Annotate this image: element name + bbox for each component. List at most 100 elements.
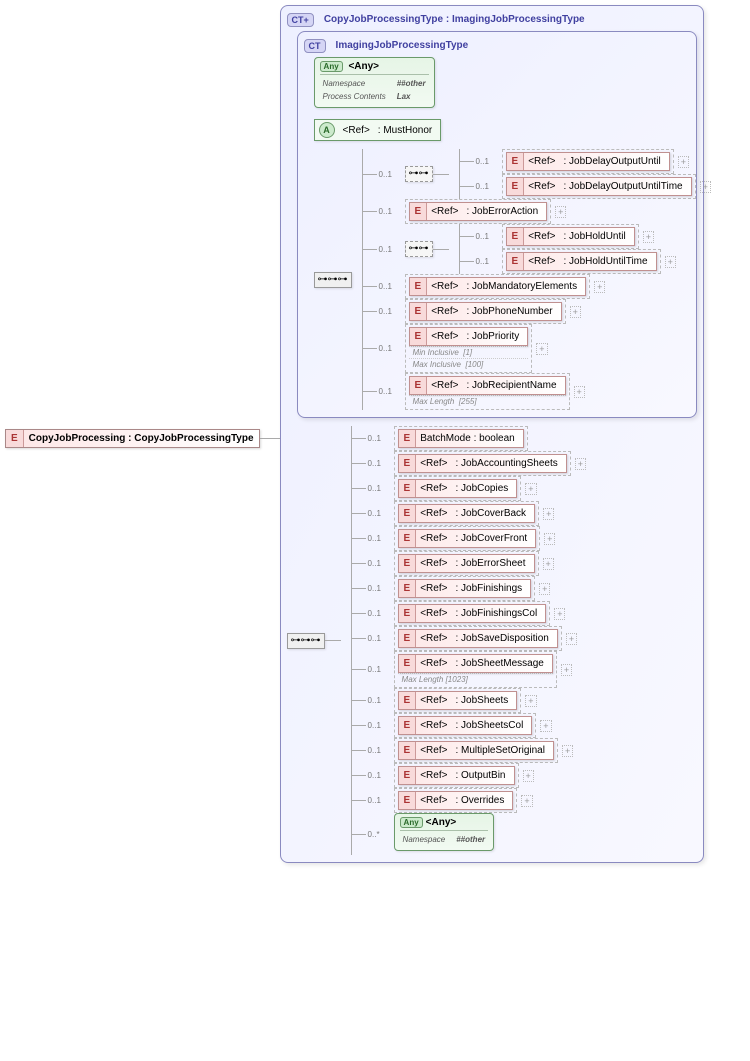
expand-icon[interactable]: + — [570, 306, 581, 318]
attr-name: : MustHonor — [374, 122, 440, 139]
ct-badge: CT — [304, 39, 326, 53]
expand-icon[interactable]: + — [544, 533, 555, 545]
any-wildcard[interactable]: Any<Any>Namespace##other — [394, 813, 495, 851]
occurrence: 0..1 — [476, 157, 498, 166]
occurrence: 0..1 — [368, 771, 390, 780]
attr-badge: A — [319, 122, 335, 138]
expand-icon[interactable]: + — [678, 156, 689, 168]
element-jobfinishingscol[interactable]: E<Ref>: JobFinishingsCol — [394, 601, 551, 626]
occurrence: 0..1 — [368, 484, 390, 493]
occurrence: 0..1 — [379, 170, 401, 179]
element-jobphonenumber[interactable]: E<Ref>: JobPhoneNumber — [405, 299, 566, 324]
element-jobcoverback[interactable]: E<Ref>: JobCoverBack — [394, 501, 540, 526]
element-jobcoverfront[interactable]: E<Ref>: JobCoverFront — [394, 526, 541, 551]
element-jobsheetmessage[interactable]: E<Ref>: JobSheetMessageMax Length [1023] — [394, 651, 557, 688]
expand-icon[interactable]: + — [555, 206, 566, 218]
choice-compositor[interactable]: ⊶⊶ — [405, 166, 433, 182]
occurrence: 0..1 — [368, 559, 390, 568]
root-element[interactable]: E CopyJobProcessing : CopyJobProcessingT… — [5, 429, 260, 448]
occurrence: 0..1 — [368, 696, 390, 705]
outer-child-5: 0..1 E<Ref>: JobErrorSheet + — [352, 551, 697, 576]
element-jobdelayoutputuntiltime[interactable]: E<Ref>: JobDelayOutputUntilTime — [502, 174, 696, 199]
element-joberroraction[interactable]: E<Ref>: JobErrorAction — [405, 199, 552, 224]
expand-icon[interactable]: + — [540, 720, 551, 732]
occurrence: 0..1 — [379, 245, 401, 254]
expand-icon[interactable]: + — [562, 745, 573, 757]
occurrence: 0..1 — [368, 634, 390, 643]
occurrence: 0..1 — [476, 182, 498, 191]
attribute-ref-musthonor[interactable]: A <Ref> : MustHonor — [314, 119, 442, 141]
occurrence: 0..1 — [379, 344, 401, 353]
outer-child-11: 0..1 E<Ref>: JobSheetsCol+ — [352, 713, 697, 738]
element-jobsheetscol[interactable]: E<Ref>: JobSheetsCol — [394, 713, 537, 738]
element-jobdelayoutputuntil[interactable]: E<Ref>: JobDelayOutputUntil — [502, 149, 674, 174]
sequence-compositor[interactable]: ⊶⊶⊶ — [314, 272, 352, 288]
element-jobsheets[interactable]: E<Ref>: JobSheets — [394, 688, 522, 713]
sequence-compositor[interactable]: ⊶⊶⊶ — [287, 633, 325, 649]
expand-icon[interactable]: + — [566, 633, 577, 645]
expand-icon[interactable]: + — [525, 695, 536, 707]
expand-icon[interactable]: + — [539, 583, 550, 595]
element-jobfinishings[interactable]: E<Ref>: JobFinishings — [394, 576, 536, 601]
element-jobholduntil[interactable]: E<Ref>: JobHoldUntil — [502, 224, 639, 249]
occurrence: 0..1 — [368, 534, 390, 543]
outer-child-10: 0..1 E<Ref>: JobSheets+ — [352, 688, 697, 713]
outer-child-6: 0..1E<Ref>: JobFinishings+ — [352, 576, 697, 601]
element-multiplesetoriginal[interactable]: E<Ref>: MultipleSetOriginal — [394, 738, 558, 763]
occurrence: 0..1 — [379, 307, 401, 316]
diagram-root: E CopyJobProcessing : CopyJobProcessingT… — [5, 5, 750, 871]
expand-icon[interactable]: + — [643, 231, 654, 243]
element-joberrorsheet[interactable]: E<Ref>: JobErrorSheet — [394, 551, 539, 576]
occurrence: 0..1 — [368, 721, 390, 730]
expand-icon[interactable]: + — [700, 181, 711, 193]
element-jobaccountingsheets[interactable]: E<Ref>: JobAccountingSheets — [394, 451, 571, 476]
expand-icon[interactable]: + — [543, 558, 554, 570]
element-jobmandatoryelements[interactable]: E<Ref>: JobMandatoryElements — [405, 274, 591, 299]
expand-icon[interactable]: + — [574, 386, 585, 398]
expand-icon[interactable]: + — [554, 608, 565, 620]
expand-icon[interactable]: + — [594, 281, 605, 293]
expand-icon[interactable]: + — [543, 508, 554, 520]
ct-badge: CT+ — [287, 13, 314, 27]
inner-ct-title: ImagingJobProcessingType — [332, 38, 473, 53]
expand-icon[interactable]: + — [521, 795, 532, 807]
root-label: CopyJobProcessing : CopyJobProcessingTyp… — [24, 430, 259, 447]
occurrence: 0..1 — [368, 665, 390, 674]
occurrence: 0..1 — [368, 796, 390, 805]
element-jobsavedisposition[interactable]: E<Ref>: JobSaveDisposition — [394, 626, 562, 651]
expand-icon[interactable]: + — [525, 483, 536, 495]
any-wildcard[interactable]: Any <Any> Namespace##other Process Conte… — [314, 57, 435, 108]
element-outputbin[interactable]: E<Ref>: OutputBin — [394, 763, 519, 788]
inner-complextype: CT ImagingJobProcessingType Any <Any> Na… — [297, 31, 697, 418]
element-overrides[interactable]: E<Ref>: Overrides — [394, 788, 518, 813]
outer-child-7: 0..1 E<Ref>: JobFinishingsCol+ — [352, 601, 697, 626]
occurrence: 0..1 — [379, 282, 401, 291]
expand-icon[interactable]: + — [523, 770, 534, 782]
element-jobrecipientname[interactable]: E<Ref>: JobRecipientName Max Length [255… — [405, 373, 570, 410]
expand-icon[interactable]: + — [665, 256, 676, 268]
occurrence: 0..1 — [476, 232, 498, 241]
expand-icon[interactable]: + — [536, 343, 547, 355]
occurrence: 0..* — [368, 830, 390, 839]
outer-child-0: 0..1EBatchMode : boolean — [352, 426, 697, 451]
expand-icon[interactable]: + — [561, 664, 572, 676]
connector — [260, 438, 280, 439]
any-label: <Any> — [348, 61, 379, 72]
outer-child-9: 0..1 E<Ref>: JobSheetMessageMax Length [1… — [352, 651, 697, 688]
ref-label: <Ref> — [339, 122, 374, 139]
expand-icon[interactable]: + — [575, 458, 586, 470]
element-batchmodeboolean[interactable]: EBatchMode : boolean — [394, 426, 528, 451]
element-jobcopies[interactable]: E<Ref>: JobCopies — [394, 476, 522, 501]
element-badge: E — [6, 430, 24, 447]
element-jobholduntiltime[interactable]: E<Ref>: JobHoldUntilTime — [502, 249, 661, 274]
choice-compositor[interactable]: ⊶⊶ — [405, 241, 433, 257]
any-badge: Any — [320, 61, 343, 72]
outer-child-13: 0..1 E<Ref>: OutputBin + — [352, 763, 697, 788]
element-jobpriority[interactable]: E<Ref>: JobPriority Min Inclusive [1] Ma… — [405, 324, 533, 373]
outer-complextype: CT+ CopyJobProcessingType : ImagingJobPr… — [280, 5, 704, 863]
occurrence: 0..1 — [379, 387, 401, 396]
occurrence: 0..1 — [476, 257, 498, 266]
outer-child-3: 0..1E<Ref>: JobCoverBack+ — [352, 501, 697, 526]
occurrence: 0..1 — [368, 609, 390, 618]
outer-child-12: 0..1E<Ref>: MultipleSetOriginal+ — [352, 738, 697, 763]
